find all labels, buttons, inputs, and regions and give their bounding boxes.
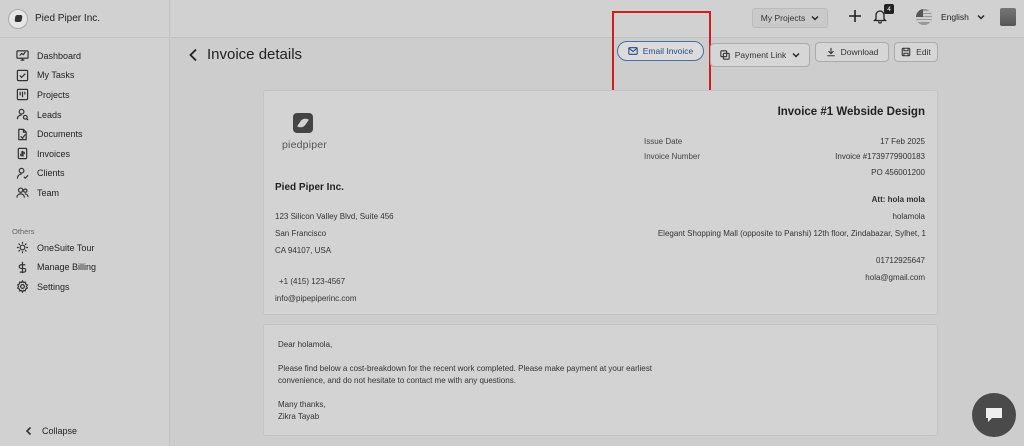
sidebar-item-label: Invoices [37, 148, 71, 159]
company-name: Pied Piper Inc. [35, 13, 101, 24]
sidebar-item-dashboard[interactable]: Dashboard [0, 46, 169, 66]
sidebar-item-label: Clients [37, 168, 65, 179]
sidebar-item-label: OneSuite Tour [37, 242, 95, 253]
sidebar-item-manage-billing[interactable]: Manage Billing [0, 257, 169, 277]
collapse-button[interactable]: Collapse [24, 426, 77, 436]
logo-text: piedpiper [282, 139, 327, 151]
invoice-number-label: Invoice Number [644, 152, 701, 161]
sidebar-item-label: Manage Billing [37, 262, 97, 273]
copy-icon [720, 50, 730, 60]
sidebar-item-projects[interactable]: Projects [0, 85, 169, 105]
edit-label: Edit [916, 47, 931, 57]
sidebar-item-label: My Tasks [37, 70, 75, 81]
sidebar-item-label: Documents [37, 129, 83, 140]
message-closing: Many thanks, [278, 400, 326, 409]
flag-icon [916, 9, 932, 25]
recipient-phone: 01712925647 [876, 256, 925, 265]
message-body-line2: convenience, and do not hesitate to cont… [278, 376, 516, 385]
chevron-left-icon [25, 426, 32, 436]
sidebar-item-documents[interactable]: Documents [0, 124, 169, 144]
brand-header[interactable]: Pied Piper Inc. [0, 0, 169, 38]
download-icon [826, 47, 835, 57]
top-bar: My Projects 4 English [171, 0, 1024, 38]
page-title: Invoice details [207, 46, 303, 63]
sender-address-line3: CA 94107, USA [275, 246, 332, 255]
sidebar-item-label: Team [37, 187, 60, 198]
dashboard-icon [16, 50, 29, 62]
billing-icon [18, 261, 27, 273]
invoice-card: piedpiper Pied Piper Inc. 123 Silicon Va… [263, 90, 938, 315]
message-greeting: Dear holamola, [278, 340, 333, 349]
message-signature: Zikra Tayab [278, 412, 320, 421]
sidebar-item-label: Settings [37, 281, 70, 292]
sender-phone: +1 (415) 123-4567 [279, 277, 346, 286]
mail-icon [628, 47, 638, 55]
edit-button[interactable]: Edit [894, 42, 938, 62]
sidebar-nav: Dashboard My Tasks Projects Leads Docume… [0, 38, 169, 297]
tour-icon [16, 241, 29, 254]
sender-email: info@pipepiperinc.com [275, 294, 357, 303]
project-select[interactable]: My Projects [752, 8, 828, 28]
invoices-icon [17, 148, 28, 160]
sidebar-item-invoices[interactable]: Invoices [0, 144, 169, 164]
collapse-label: Collapse [42, 426, 78, 436]
issue-date-value: 17 Feb 2025 [880, 137, 925, 146]
projects-icon [16, 89, 29, 101]
sender-address-line2: San Francisco [275, 229, 327, 238]
payment-link-button[interactable]: Payment Link [710, 43, 810, 67]
piedpiper-logo-icon [293, 113, 313, 133]
project-select-value: My Projects [760, 13, 806, 23]
invoice-number-value: Invoice #1739779900183 [835, 152, 925, 161]
team-icon [16, 187, 29, 199]
po-number: PO 456001200 [871, 168, 925, 177]
sidebar-item-team[interactable]: Team [0, 183, 169, 203]
download-label: Download [840, 47, 879, 57]
language-select[interactable]: English [941, 12, 985, 22]
download-button[interactable]: Download [815, 42, 889, 62]
recipient-email: hola@gmail.com [865, 273, 925, 282]
leads-icon [16, 108, 29, 121]
email-invoice-button[interactable]: Email Invoice [617, 41, 704, 61]
avatar[interactable] [1000, 8, 1016, 26]
message-body-line1: Please find below a cost-breakdown for t… [278, 364, 652, 373]
back-arrow-icon[interactable] [188, 48, 198, 62]
chevron-down-icon [977, 15, 985, 20]
chat-icon [986, 408, 1002, 422]
sidebar-item-label: Dashboard [37, 50, 82, 61]
clients-icon [16, 167, 29, 179]
sidebar-item-leads[interactable]: Leads [0, 105, 169, 125]
recipient-name: holamola [892, 212, 925, 221]
save-icon [901, 47, 911, 57]
sidebar-item-onesuite-tour[interactable]: OneSuite Tour [0, 238, 169, 258]
sender-address-line1: 123 Silicon Valley Blvd, Suite 456 [275, 212, 394, 221]
sidebar: Pied Piper Inc. Dashboard My Tasks Proje… [0, 0, 170, 446]
sidebar-item-label: Leads [37, 109, 62, 120]
sidebar-item-label: Projects [37, 89, 70, 100]
sender-name: Pied Piper Inc. [275, 182, 344, 193]
payment-link-label: Payment Link [734, 50, 787, 60]
issue-date-label: Issue Date [644, 137, 683, 146]
settings-icon [16, 280, 29, 294]
sidebar-item-clients[interactable]: Clients [0, 164, 169, 184]
message-card: Dear holamola, Please find below a cost-… [263, 324, 938, 436]
chevron-down-icon [811, 16, 819, 21]
documents-icon [18, 128, 27, 140]
plus-icon[interactable] [848, 9, 862, 23]
sidebar-item-my-tasks[interactable]: My Tasks [0, 66, 169, 86]
company-logo [8, 8, 28, 29]
tasks-icon [16, 69, 29, 82]
notification-badge: 4 [884, 4, 894, 14]
sidebar-item-settings[interactable]: Settings [0, 277, 169, 297]
language-value: English [941, 12, 969, 22]
chevron-down-icon [792, 53, 800, 58]
invoice-title: Invoice #1 Webside Design [777, 106, 925, 118]
email-invoice-label: Email Invoice [642, 46, 694, 56]
recipient-att: Att: hola mola [871, 195, 925, 204]
chat-button[interactable] [972, 393, 1016, 437]
recipient-address: Elegant Shopping Mall (opposite to Pansh… [657, 229, 926, 238]
others-section-label: Others [12, 226, 35, 236]
